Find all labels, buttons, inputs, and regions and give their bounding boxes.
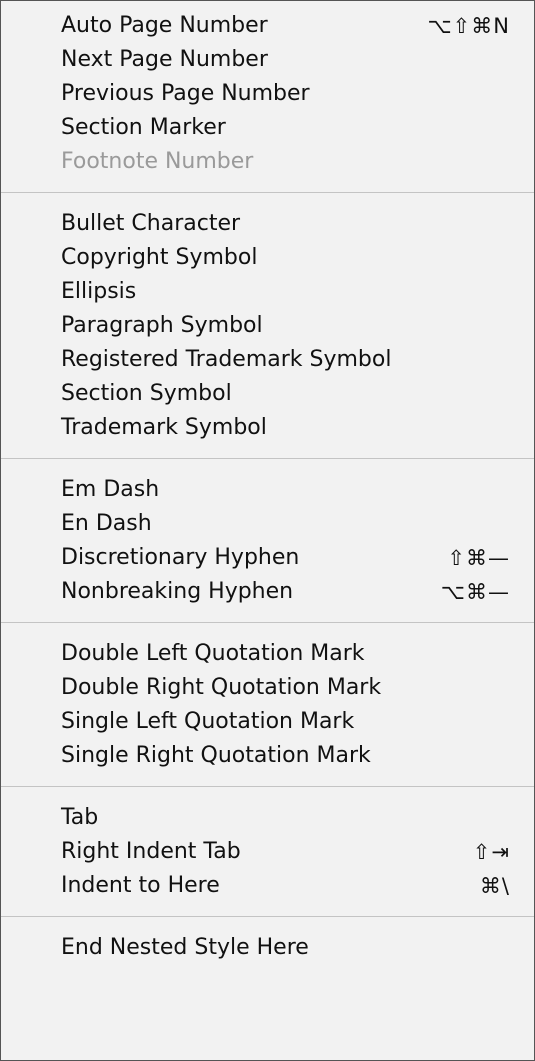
menu-item-auto-page-number[interactable]: Auto Page Number ⌥⇧⌘N	[1, 9, 534, 43]
menu-item-label: Trademark Symbol	[61, 415, 267, 440]
menu-item-section-marker[interactable]: Section Marker	[1, 111, 534, 145]
menu-window: Auto Page Number ⌥⇧⌘N Next Page Number P…	[0, 0, 535, 1061]
menu-item-discretionary-hyphen[interactable]: Discretionary Hyphen ⇧⌘—	[1, 541, 534, 575]
menu-item-label: End Nested Style Here	[61, 935, 309, 960]
menu-separator	[1, 622, 534, 623]
menu-item-label: Tab	[61, 805, 99, 830]
menu-item-shortcut: ⌘\	[479, 874, 510, 898]
menu-item-shortcut: ⌥⌘—	[440, 580, 510, 604]
menu-item-em-dash[interactable]: Em Dash	[1, 473, 534, 507]
menu-group-symbols: Bullet Character Copyright Symbol Ellips…	[1, 207, 534, 445]
menu-item-label: Indent to Here	[61, 873, 220, 898]
menu-item-label: Single Right Quotation Mark	[61, 743, 371, 768]
menu-item-next-page-number[interactable]: Next Page Number	[1, 43, 534, 77]
menu-item-tab[interactable]: Tab	[1, 801, 534, 835]
menu-item-trademark-symbol[interactable]: Trademark Symbol	[1, 411, 534, 445]
menu-separator	[1, 916, 534, 917]
menu-item-label: En Dash	[61, 511, 152, 536]
menu-separator	[1, 786, 534, 787]
menu-item-paragraph-symbol[interactable]: Paragraph Symbol	[1, 309, 534, 343]
menu-item-shortcut: ⌥⇧⌘N	[427, 14, 510, 38]
menu-item-double-right-quote[interactable]: Double Right Quotation Mark	[1, 671, 534, 705]
menu-group-quotes: Double Left Quotation Mark Double Right …	[1, 637, 534, 773]
menu-group-nested-style: End Nested Style Here	[1, 931, 534, 965]
menu-item-label: Double Right Quotation Mark	[61, 675, 382, 700]
menu-item-indent-to-here[interactable]: Indent to Here ⌘\	[1, 869, 534, 903]
menu-item-single-left-quote[interactable]: Single Left Quotation Mark	[1, 705, 534, 739]
menu-item-label: Auto Page Number	[61, 13, 268, 38]
menu-group-tabs: Tab Right Indent Tab ⇧⇥ Indent to Here ⌘…	[1, 801, 534, 903]
menu-item-footnote-number: Footnote Number	[1, 145, 534, 179]
menu-item-label: Copyright Symbol	[61, 245, 258, 270]
menu-item-label: Ellipsis	[61, 279, 137, 304]
menu-item-label: Bullet Character	[61, 211, 241, 236]
menu-item-label: Section Marker	[61, 115, 226, 140]
menu-item-label: Section Symbol	[61, 381, 232, 406]
menu-item-label: Paragraph Symbol	[61, 313, 263, 338]
menu-item-label: Right Indent Tab	[61, 839, 241, 864]
menu-separator	[1, 192, 534, 193]
menu-item-single-right-quote[interactable]: Single Right Quotation Mark	[1, 739, 534, 773]
menu-item-double-left-quote[interactable]: Double Left Quotation Mark	[1, 637, 534, 671]
menu-item-label: Single Left Quotation Mark	[61, 709, 355, 734]
menu-item-en-dash[interactable]: En Dash	[1, 507, 534, 541]
menu-item-end-nested-style-here[interactable]: End Nested Style Here	[1, 931, 534, 965]
menu-item-label: Previous Page Number	[61, 81, 310, 106]
insert-special-character-menu: Auto Page Number ⌥⇧⌘N Next Page Number P…	[1, 1, 534, 1060]
menu-item-label: Next Page Number	[61, 47, 268, 72]
menu-item-previous-page-number[interactable]: Previous Page Number	[1, 77, 534, 111]
menu-item-label: Em Dash	[61, 477, 160, 502]
menu-item-section-symbol[interactable]: Section Symbol	[1, 377, 534, 411]
menu-item-nonbreaking-hyphen[interactable]: Nonbreaking Hyphen ⌥⌘—	[1, 575, 534, 609]
menu-item-shortcut: ⇧⌘—	[447, 546, 510, 570]
menu-item-ellipsis[interactable]: Ellipsis	[1, 275, 534, 309]
menu-group-markers: Auto Page Number ⌥⇧⌘N Next Page Number P…	[1, 1, 534, 179]
menu-group-dashes: Em Dash En Dash Discretionary Hyphen ⇧⌘—…	[1, 473, 534, 609]
menu-item-right-indent-tab[interactable]: Right Indent Tab ⇧⇥	[1, 835, 534, 869]
menu-item-label: Nonbreaking Hyphen	[61, 579, 294, 604]
menu-item-label: Registered Trademark Symbol	[61, 347, 392, 372]
menu-separator	[1, 458, 534, 459]
menu-item-copyright-symbol[interactable]: Copyright Symbol	[1, 241, 534, 275]
menu-item-label: Double Left Quotation Mark	[61, 641, 365, 666]
menu-item-registered-trademark-symbol[interactable]: Registered Trademark Symbol	[1, 343, 534, 377]
menu-item-bullet-character[interactable]: Bullet Character	[1, 207, 534, 241]
menu-item-label: Discretionary Hyphen	[61, 545, 300, 570]
menu-item-label: Footnote Number	[61, 149, 254, 174]
menu-item-shortcut: ⇧⇥	[472, 840, 510, 864]
